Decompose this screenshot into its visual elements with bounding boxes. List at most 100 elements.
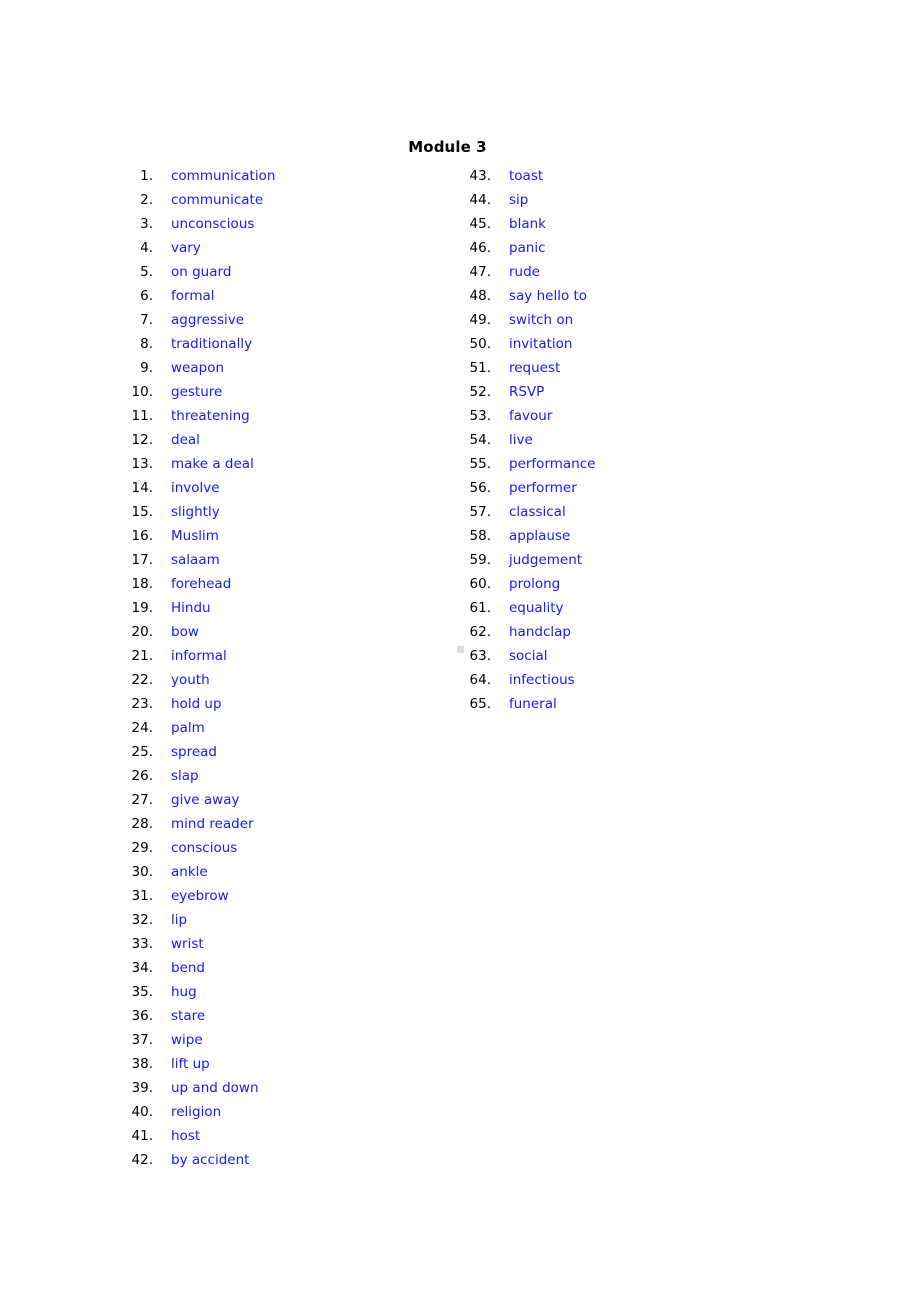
word-list-item: 36. stare bbox=[126, 1003, 275, 1027]
word-list-item-term: stare bbox=[171, 1008, 206, 1024]
word-list-item: 13. make a deal bbox=[126, 451, 275, 475]
word-list-item-term: informal bbox=[171, 648, 227, 664]
word-list-item-term: wipe bbox=[171, 1032, 203, 1048]
word-list-item-number: 49. bbox=[469, 312, 491, 328]
word-list-item: 57. classical bbox=[464, 499, 595, 523]
word-list-item-term: forehead bbox=[171, 576, 232, 592]
word-list-item-term: performance bbox=[509, 456, 596, 472]
word-list-item-number: 64. bbox=[469, 672, 491, 688]
word-list-item-term: deal bbox=[171, 432, 200, 448]
word-list-item: 24. palm bbox=[126, 715, 275, 739]
word-list-item-term: mind reader bbox=[171, 816, 254, 832]
word-list-item-term: slightly bbox=[171, 504, 220, 520]
word-list-item: 40. religion bbox=[126, 1099, 275, 1123]
word-list-item-number: 60. bbox=[469, 576, 491, 592]
word-list-item-number: 20. bbox=[131, 624, 153, 640]
word-list-item-number: 7. bbox=[140, 312, 153, 328]
word-list-item: 31. eyebrow bbox=[126, 883, 275, 907]
word-list-item-term: religion bbox=[171, 1104, 222, 1120]
word-list-item-number: 42. bbox=[131, 1152, 153, 1168]
word-list-item-term: infectious bbox=[509, 672, 575, 688]
word-list-item-term: live bbox=[509, 432, 533, 448]
word-list-item-term: host bbox=[171, 1128, 201, 1144]
word-list-item: 62. handclap bbox=[464, 619, 595, 643]
word-list-item: 9. weapon bbox=[126, 355, 275, 379]
word-list-item-number: 56. bbox=[469, 480, 491, 496]
word-list-item-number: 48. bbox=[469, 288, 491, 304]
word-list-item-term: say hello to bbox=[509, 288, 588, 304]
word-list-item: 30. ankle bbox=[126, 859, 275, 883]
word-list-item-term: switch on bbox=[509, 312, 574, 328]
word-list-item: 32. lip bbox=[126, 907, 275, 931]
word-list-item: 17. salaam bbox=[126, 547, 275, 571]
word-list-item-term: up and down bbox=[171, 1080, 259, 1096]
word-list-item: 10. gesture bbox=[126, 379, 275, 403]
word-list-item-term: vary bbox=[171, 240, 201, 256]
word-list-item-term: formal bbox=[171, 288, 215, 304]
word-list-item-term: bow bbox=[171, 624, 199, 640]
word-list-item-term: applause bbox=[509, 528, 571, 544]
word-list-item-term: toast bbox=[509, 168, 544, 184]
word-list-item: 48. say hello to bbox=[464, 283, 595, 307]
word-list-item-number: 34. bbox=[131, 960, 153, 976]
word-list-item-number: 31. bbox=[131, 888, 153, 904]
word-list-item-number: 4. bbox=[140, 240, 153, 256]
word-list-item-number: 24. bbox=[131, 720, 153, 736]
word-list-item-number: 39. bbox=[131, 1080, 153, 1096]
word-list-item: 27. give away bbox=[126, 787, 275, 811]
word-list-item: 41. host bbox=[126, 1123, 275, 1147]
word-list-item: 38. lift up bbox=[126, 1051, 275, 1075]
word-list-item: 42. by accident bbox=[126, 1147, 275, 1171]
word-list-item-term: rude bbox=[509, 264, 540, 280]
word-list-item: 53. favour bbox=[464, 403, 595, 427]
stray-grey-square-artifact bbox=[457, 646, 464, 653]
word-list-item: 54. live bbox=[464, 427, 595, 451]
word-list-item-number: 38. bbox=[131, 1056, 153, 1072]
word-list-left-column: 1. communication 2. communicate 3. unconsciou… bbox=[126, 163, 276, 1171]
word-list-item-term: on guard bbox=[171, 264, 232, 280]
word-list-item-number: 28. bbox=[131, 816, 153, 832]
word-list-item: 43. toast bbox=[464, 163, 595, 187]
word-list-item-term: favour bbox=[509, 408, 553, 424]
word-list-item-term: by accident bbox=[171, 1152, 250, 1168]
word-list-item: 22. youth bbox=[126, 667, 275, 691]
word-list-item-number: 61. bbox=[469, 600, 491, 616]
word-list-item: 11. threatening bbox=[126, 403, 275, 427]
word-list-item: 26. slap bbox=[126, 763, 275, 787]
word-list-item-term: prolong bbox=[509, 576, 561, 592]
word-list-item-term: gesture bbox=[171, 384, 223, 400]
word-list-item-term: performer bbox=[509, 480, 577, 496]
word-list-item-number: 14. bbox=[131, 480, 153, 496]
word-list-item-term: make a deal bbox=[171, 456, 254, 472]
word-list-item-number: 19. bbox=[131, 600, 153, 616]
word-list-item-term: sip bbox=[509, 192, 529, 208]
word-list-right-column: 43. toast 44. sip 45. blank 46. panic 47. rude 48.… bbox=[464, 163, 596, 715]
word-list-item: 28. mind reader bbox=[126, 811, 275, 835]
word-list-item: 34. bend bbox=[126, 955, 275, 979]
word-list-item-term: involve bbox=[171, 480, 220, 496]
word-list-item: 55. performance bbox=[464, 451, 596, 475]
word-list-item-term: blank bbox=[509, 216, 546, 232]
word-list-item-number: 53. bbox=[469, 408, 491, 424]
word-list-item-number: 2. bbox=[140, 192, 153, 208]
word-list-item: 2. communicate bbox=[126, 187, 275, 211]
word-list-item-term: handclap bbox=[509, 624, 571, 640]
word-list-item: 23. hold up bbox=[126, 691, 275, 715]
word-list-item: 59. judgement bbox=[464, 547, 595, 571]
word-list-item-number: 13. bbox=[131, 456, 153, 472]
word-list-item-number: 32. bbox=[131, 912, 153, 928]
word-list-item-number: 63. bbox=[469, 648, 491, 664]
word-list-item-term: RSVP bbox=[509, 384, 545, 400]
word-list-item-number: 50. bbox=[469, 336, 491, 352]
word-list-item-term: Muslim bbox=[171, 528, 219, 544]
word-list-item-number: 47. bbox=[469, 264, 491, 280]
word-list-item-number: 1. bbox=[140, 168, 153, 184]
word-list-item: 50. invitation bbox=[464, 331, 595, 355]
word-list-item: 14. involve bbox=[126, 475, 275, 499]
word-list-item-term: communication bbox=[171, 168, 276, 184]
word-list-item-term: lip bbox=[171, 912, 188, 928]
word-list-item-term: hug bbox=[171, 984, 197, 1000]
word-list-item: 29. conscious bbox=[126, 835, 275, 859]
word-list-item: 3. unconscious bbox=[126, 211, 275, 235]
word-list-item-term: weapon bbox=[171, 360, 225, 376]
